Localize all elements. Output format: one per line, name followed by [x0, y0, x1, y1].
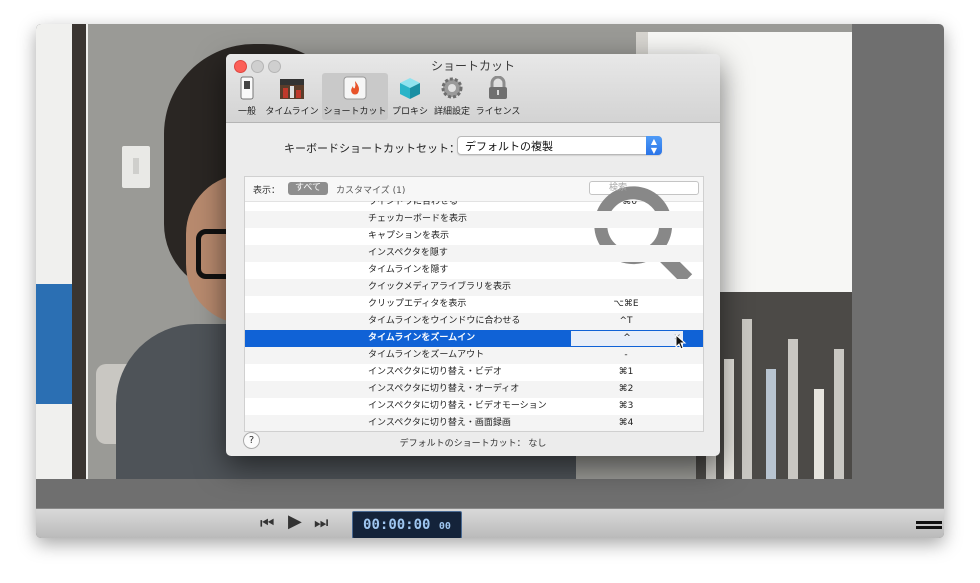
shortcut-key: - [624, 350, 628, 360]
shortcut-key: ^T [619, 316, 633, 326]
timecode-display: 00:00:00 00 [352, 511, 462, 538]
shortcut-key: ⌥⌘E [613, 299, 639, 309]
shortcut-key: ⌘4 [618, 418, 634, 428]
toolbar: ショートカット 一般 タイムライン ショートカット プロキシ 詳細設定 ライセン… [226, 54, 720, 123]
filter-customized-button[interactable]: カスタマイズ (1) [336, 183, 405, 196]
license-lock-icon [489, 76, 507, 99]
command-label: インスペクタに切り替え・ビデオ [368, 367, 502, 377]
video-blue-panel [36, 284, 72, 404]
table-row-selected[interactable]: タイムラインをズームイン ^ ✕ [245, 330, 703, 347]
command-label: インスペクタに切り替え・画面録画 [368, 418, 511, 428]
shortcut-set-label: キーボードショートカットセット： [284, 142, 460, 155]
table-row[interactable]: キャプションを表示 [245, 228, 703, 245]
proxy-cube-icon [400, 78, 420, 99]
shortcut-key: ⌘2 [618, 384, 634, 394]
table-row[interactable]: クイックメディアライブラリを表示 [245, 279, 703, 296]
command-label: タイムラインをズームアウト [368, 350, 485, 360]
filter-bar: 表示： すべて カスタマイズ (1) 検索 [245, 177, 703, 285]
mouse-pointer-icon [675, 334, 687, 350]
shortcut-key: ^⌘0 [614, 201, 638, 207]
tab-proxy-label: プロキシ [391, 107, 428, 117]
timecode-main: 00:00:00 [363, 517, 431, 533]
shortcut-rows: ウインドウに合わせる ^⌘0 チェッカーボードを表示 キャプションを表示 インスペ… [245, 201, 703, 431]
tab-timeline[interactable]: タイムライン [264, 73, 320, 120]
table-row[interactable]: インスペクタに切り替え・オーディオ ⌘2 [245, 381, 703, 398]
player-control-bar: ⏮ ▶ ⏭ 00:00:00 00 [36, 508, 944, 538]
table-row[interactable]: ウインドウに合わせる ^⌘0 [245, 201, 703, 211]
tab-license-label: ライセンス [475, 107, 521, 117]
shortcut-key: ^ [623, 333, 631, 343]
shortcut-key: ⌘3 [618, 401, 634, 411]
forward-button[interactable]: ⏭ [314, 513, 328, 533]
video-light-switch [122, 146, 150, 188]
tab-general-label: 一般 [237, 107, 256, 117]
table-row[interactable]: インスペクタに切り替え・ビデオ ⌘1 [245, 364, 703, 381]
tab-timeline-label: タイムライン [265, 107, 319, 117]
shortcut-preferences-window: ショートカット 一般 タイムライン ショートカット プロキシ 詳細設定 ライセン… [226, 54, 720, 456]
command-label: タイムラインをズームイン [368, 333, 476, 343]
default-shortcut-label: デフォルトのショートカット： なし [399, 439, 547, 449]
table-row[interactable]: タイムラインをズームアウト - [245, 347, 703, 364]
command-label: クリップエディタを表示 [368, 299, 467, 309]
command-label: キャプションを表示 [368, 231, 450, 241]
general-switch-icon [240, 76, 254, 100]
tab-license[interactable]: ライセンス [474, 73, 522, 120]
advanced-gear-icon [441, 77, 463, 99]
table-row[interactable]: インスペクタを隠す [245, 245, 703, 262]
table-row[interactable]: インスペクタに切り替え・画面録画 ⌘4 [245, 415, 703, 431]
hamburger-menu-icon[interactable] [916, 521, 942, 533]
filter-all-button[interactable]: すべて [288, 182, 329, 195]
tab-advanced[interactable]: 詳細設定 [432, 73, 472, 120]
table-row[interactable]: タイムラインを隠す [245, 262, 703, 279]
command-label: ウインドウに合わせる [368, 201, 459, 207]
shortcut-set-select[interactable]: デフォルトの複製 ▲ ▼ [457, 136, 662, 155]
shortcut-set-value: デフォルトの複製 [465, 140, 553, 153]
tab-general[interactable]: 一般 [232, 73, 262, 120]
command-label: タイムラインをウインドウに合わせる [368, 316, 521, 326]
table-row[interactable]: タイムラインをウインドウに合わせる ^T [245, 313, 703, 330]
window-title: ショートカット [430, 59, 515, 73]
timeline-icon [280, 79, 304, 99]
rewind-button[interactable]: ⏮ [260, 513, 274, 533]
tab-advanced-label: 詳細設定 [433, 107, 470, 117]
tab-proxy[interactable]: プロキシ [390, 73, 430, 120]
tab-shortcut[interactable]: ショートカット [322, 73, 388, 120]
shortcut-key: ⌘1 [618, 367, 634, 377]
command-label: インスペクタに切り替え・ビデオモーション [368, 401, 547, 411]
table-row[interactable]: クリップエディタを表示 ⌥⌘E [245, 296, 703, 313]
play-button[interactable]: ▶ [288, 512, 302, 532]
shortcut-flame-icon [343, 76, 367, 100]
command-label: クイックメディアライブラリを表示 [368, 282, 512, 292]
search-placeholder: 検索 [609, 183, 628, 193]
command-label: インスペクタに切り替え・オーディオ [368, 384, 520, 394]
shortcut-key-field[interactable]: ^ ✕ [571, 331, 683, 346]
timecode-frames: 00 [438, 521, 451, 532]
command-label: インスペクタを隠す [368, 248, 448, 258]
filter-label: 表示： [253, 186, 281, 196]
shortcut-table: 表示： すべて カスタマイズ (1) 検索 ウインドウに合わせる ^⌘0 チェッカ… [244, 176, 704, 432]
video-door-frame [72, 24, 86, 479]
command-label: タイムラインを隠す [368, 265, 449, 275]
search-input[interactable]: 検索 [589, 181, 699, 285]
table-row[interactable]: チェッカーボードを表示 [245, 211, 703, 228]
table-row[interactable]: インスペクタに切り替え・ビデオモーション ⌘3 [245, 398, 703, 415]
select-arrows-icon: ▲ ▼ [646, 136, 662, 155]
command-label: チェッカーボードを表示 [368, 214, 468, 224]
tab-shortcut-label: ショートカット [323, 107, 387, 117]
